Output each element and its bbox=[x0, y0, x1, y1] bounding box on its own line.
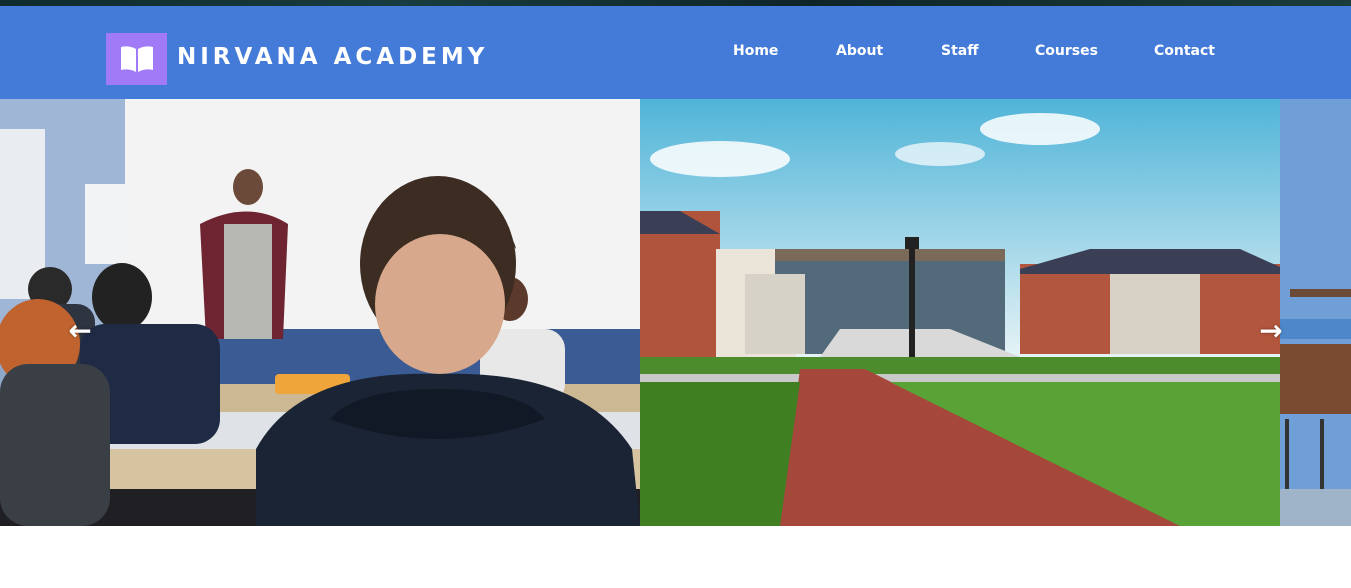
nav-home[interactable]: Home bbox=[733, 43, 778, 59]
page-body bbox=[0, 526, 1351, 588]
arrow-right-icon[interactable]: → bbox=[1256, 314, 1286, 347]
logo[interactable] bbox=[106, 33, 167, 85]
image-carousel: ← → bbox=[0, 99, 1351, 526]
slide-classroom bbox=[0, 99, 640, 526]
open-book-icon bbox=[120, 46, 153, 72]
brand-name[interactable]: NIRVANA ACADEMY bbox=[177, 44, 488, 70]
nav-contact[interactable]: Contact bbox=[1154, 43, 1215, 59]
arrow-left-icon[interactable]: ← bbox=[65, 314, 95, 347]
nav-courses[interactable]: Courses bbox=[1035, 43, 1098, 59]
nav-about[interactable]: About bbox=[836, 43, 883, 59]
nav-staff[interactable]: Staff bbox=[941, 43, 979, 59]
slide-campus bbox=[640, 99, 1280, 526]
site-header: NIRVANA ACADEMY Home About Staff Courses… bbox=[0, 6, 1351, 99]
slide-empty-classroom bbox=[1280, 99, 1351, 526]
